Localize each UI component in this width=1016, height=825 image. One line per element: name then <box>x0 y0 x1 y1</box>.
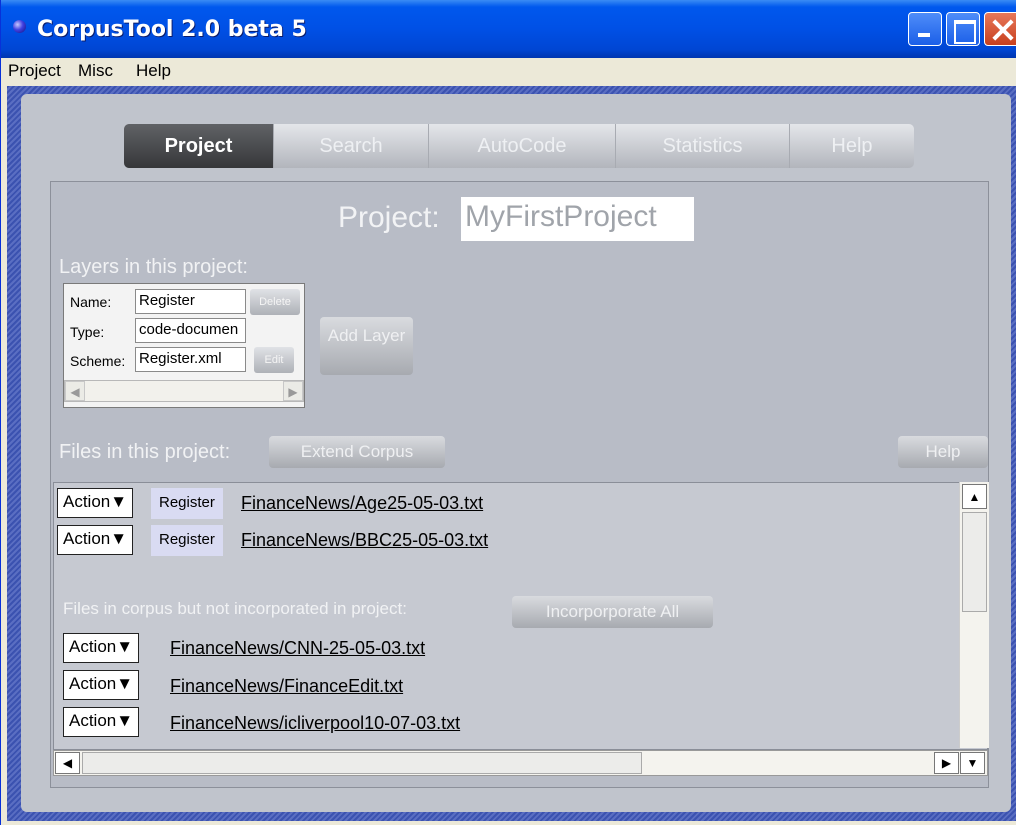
menu-project[interactable]: Project <box>8 61 61 81</box>
maximize-button[interactable] <box>946 12 980 46</box>
scroll-left-icon[interactable]: ◀ <box>65 381 85 401</box>
files-horizontal-scrollbar[interactable]: ◀ ▶ ▼ <box>53 750 988 776</box>
layer-name-field[interactable]: Register <box>135 289 246 314</box>
scroll-up-icon[interactable]: ▲ <box>962 484 987 509</box>
tab-search[interactable]: Search <box>274 124 429 168</box>
scroll-down-icon[interactable]: ▼ <box>960 752 985 774</box>
layer-scheme-label: Scheme: <box>70 353 126 369</box>
files-heading: Files in this project: <box>59 441 231 463</box>
action-dropdown[interactable]: Action▼ <box>63 707 140 737</box>
add-layer-button[interactable]: Add Layer <box>320 317 413 375</box>
layer-scheme-field[interactable]: Register.xml <box>135 347 246 372</box>
menu-misc[interactable]: Misc <box>78 61 113 81</box>
layer-type-label: Type: <box>70 324 105 340</box>
incorporate-all-button[interactable]: Incorporporate All <box>512 596 713 628</box>
layer-scrollbar[interactable]: ◀ ▶ <box>64 380 304 402</box>
help-button[interactable]: Help <box>898 436 988 468</box>
app-icon <box>13 20 26 33</box>
action-dropdown[interactable]: Action▼ <box>63 633 140 663</box>
layer-table: Name: Register Delete Type: code-documen… <box>63 283 305 408</box>
action-dropdown[interactable]: Action▼ <box>63 670 140 700</box>
file-link[interactable]: FinanceNews/FinanceEdit.txt <box>170 676 403 697</box>
tab-statistics[interactable]: Statistics <box>616 124 790 168</box>
edit-scheme-button[interactable]: Edit <box>254 347 294 373</box>
action-dropdown[interactable]: Action▼ <box>57 488 134 518</box>
title-bar[interactable]: CorpusTool 2.0 beta 5 <box>1 0 1016 58</box>
tab-bar: Project Search AutoCode Statistics Help <box>124 124 914 168</box>
app-window: CorpusTool 2.0 beta 5 Project Misc Help … <box>0 0 1016 825</box>
scroll-left-icon[interactable]: ◀ <box>55 752 80 774</box>
layer-type-field[interactable]: code-documen <box>135 318 246 343</box>
menu-help[interactable]: Help <box>136 61 171 81</box>
delete-layer-button[interactable]: Delete <box>250 289 300 315</box>
file-link[interactable]: FinanceNews/BBC25-05-03.txt <box>241 530 488 551</box>
layer-tag: Register <box>151 525 223 556</box>
menu-bar: Project Misc Help <box>1 58 1016 84</box>
scroll-right-icon[interactable]: ▶ <box>934 752 959 774</box>
file-link[interactable]: FinanceNews/CNN-25-05-03.txt <box>170 638 425 659</box>
scroll-thumb[interactable] <box>962 512 987 612</box>
minimize-button[interactable] <box>908 12 942 46</box>
tab-autocode[interactable]: AutoCode <box>429 124 616 168</box>
tab-help[interactable]: Help <box>790 124 914 168</box>
scroll-thumb[interactable] <box>82 752 642 774</box>
file-link[interactable]: FinanceNews/Age25-05-03.txt <box>241 493 483 514</box>
window-title: CorpusTool 2.0 beta 5 <box>37 17 307 42</box>
layers-heading: Layers in this project: <box>59 256 248 278</box>
project-label: Project: <box>338 201 440 234</box>
unincorporated-heading: Files in corpus but not incorporated in … <box>63 599 407 618</box>
layer-name-label: Name: <box>70 294 112 310</box>
scroll-right-icon[interactable]: ▶ <box>283 381 303 401</box>
extend-corpus-button[interactable]: Extend Corpus <box>269 436 445 468</box>
project-name: MyFirstProject <box>461 197 694 241</box>
files-vertical-scrollbar[interactable]: ▲ <box>959 482 989 748</box>
action-dropdown[interactable]: Action▼ <box>57 525 134 555</box>
file-link[interactable]: FinanceNews/icliverpool10-07-03.txt <box>170 713 460 734</box>
layer-tag: Register <box>151 488 223 519</box>
close-button[interactable] <box>984 12 1016 46</box>
tab-project[interactable]: Project <box>124 124 274 168</box>
